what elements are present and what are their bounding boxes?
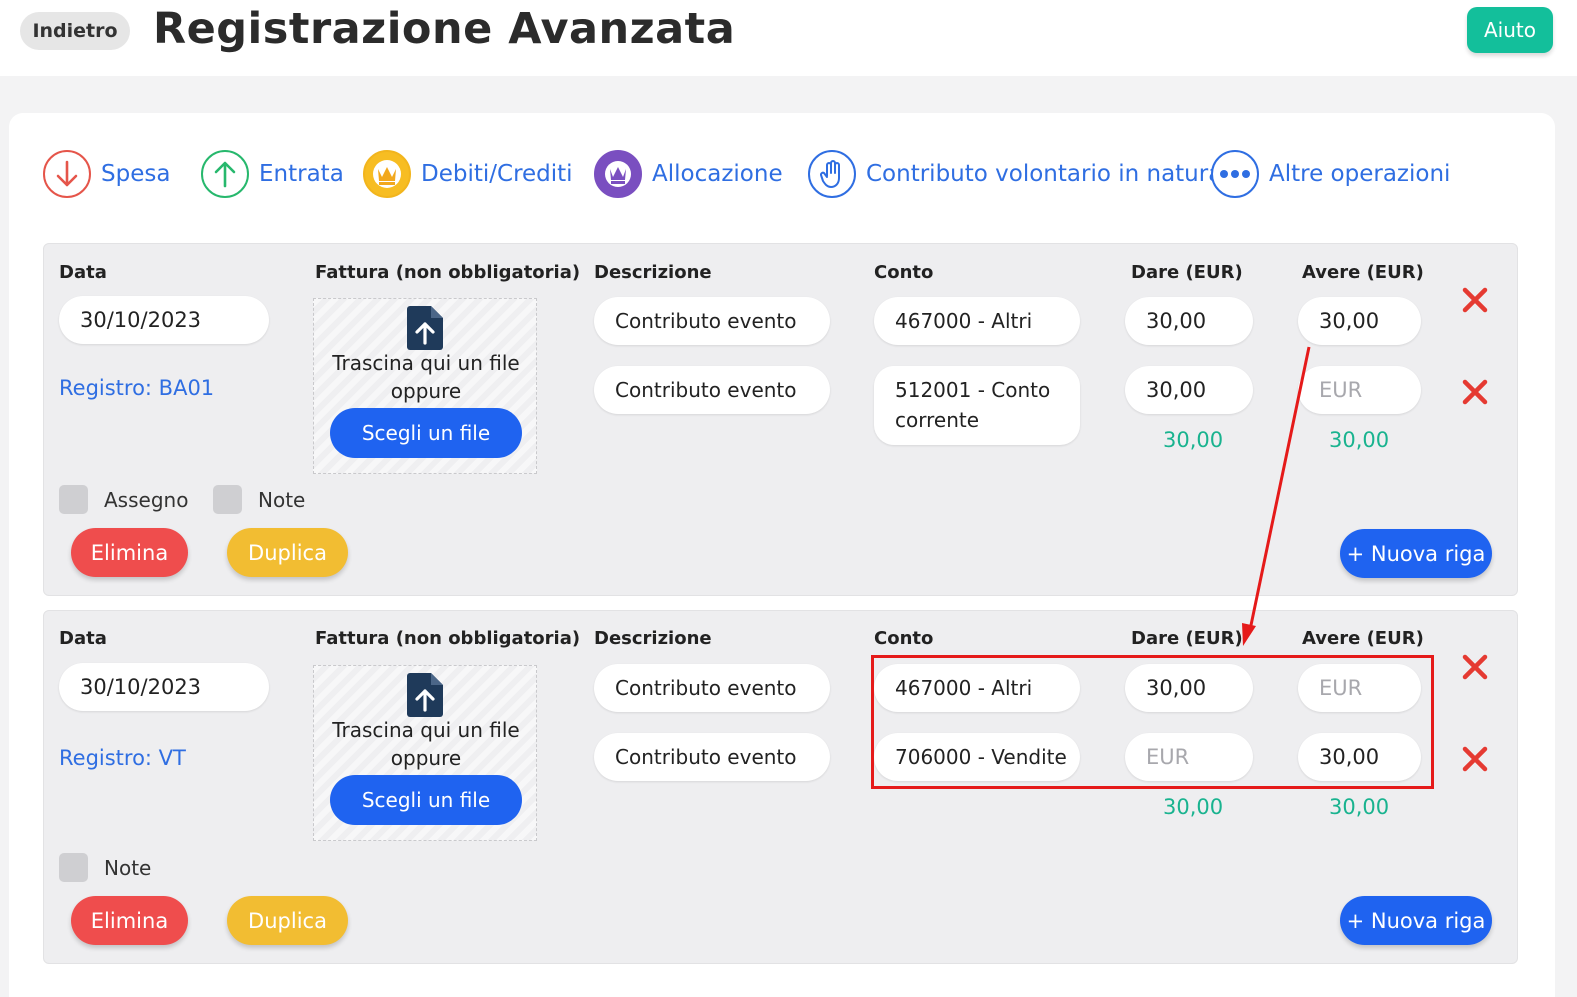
conto-field[interactable]: 467000 - Altri xyxy=(874,297,1080,345)
operation-label: Entrata xyxy=(259,161,344,187)
file-upload-icon xyxy=(407,673,443,717)
file-dropzone[interactable]: Trascina qui un file oppure Scegli un fi… xyxy=(313,298,537,474)
arrow-down-icon xyxy=(43,150,91,198)
top-bar: Indietro Registrazione Avanzata Aiuto xyxy=(0,0,1577,76)
column-header-descrizione: Descrizione xyxy=(594,262,712,283)
file-upload-icon xyxy=(407,306,443,350)
column-header-avere: Avere (EUR) xyxy=(1302,262,1424,283)
delete-entry-button[interactable]: Elimina xyxy=(71,896,188,945)
operation-altre[interactable]: Altre operazioni xyxy=(1211,148,1450,200)
operation-contributo-natura[interactable]: Contributo volontario in natura xyxy=(808,148,1222,200)
column-header-fattura: Fattura (non obbligatoria) xyxy=(315,262,581,283)
dropzone-text-line2: oppure xyxy=(390,746,462,770)
choose-file-button[interactable]: Scegli un file xyxy=(330,408,522,458)
operation-allocazione[interactable]: Allocazione xyxy=(594,148,783,200)
column-header-dare: Dare (EUR) xyxy=(1131,628,1243,649)
checkbox-label: Assegno xyxy=(104,487,189,512)
column-header-dare: Dare (EUR) xyxy=(1131,262,1243,283)
date-field[interactable]: 30/10/2023 xyxy=(59,663,269,711)
total-dare: 30,00 xyxy=(1163,428,1224,452)
hand-icon xyxy=(808,150,856,198)
more-dots-icon xyxy=(1211,150,1259,198)
dropzone-text-line1: Trascina qui un file xyxy=(332,351,520,375)
column-header-data: Data xyxy=(59,262,107,283)
avere-field[interactable]: 30,00 xyxy=(1298,733,1421,781)
operation-label: Debiti/Crediti xyxy=(421,161,573,187)
crown-arrows-icon xyxy=(594,150,642,198)
dare-field[interactable]: 30,00 xyxy=(1125,366,1253,414)
dare-field[interactable]: 30,00 xyxy=(1125,664,1253,712)
dropzone-text-line2: oppure xyxy=(390,379,462,403)
checkbox-note[interactable]: Note xyxy=(59,853,151,882)
avere-field[interactable]: 30,00 xyxy=(1298,297,1421,345)
checkbox-label: Note xyxy=(104,855,152,880)
delete-row-icon[interactable] xyxy=(1461,745,1489,773)
registro-link[interactable]: Registro: VT xyxy=(59,746,186,770)
new-row-button[interactable]: + Nuova riga xyxy=(1340,896,1492,945)
file-dropzone[interactable]: Trascina qui un file oppure Scegli un fi… xyxy=(313,665,537,841)
avere-field[interactable]: EUR xyxy=(1298,366,1421,414)
checkbox-assegno[interactable]: Assegno xyxy=(59,485,188,514)
operation-label: Allocazione xyxy=(652,161,783,187)
choose-file-button[interactable]: Scegli un file xyxy=(330,775,522,825)
total-avere: 30,00 xyxy=(1329,795,1390,819)
date-field[interactable]: 30/10/2023 xyxy=(59,296,269,344)
operation-label: Spesa xyxy=(101,161,171,187)
help-button[interactable]: Aiuto xyxy=(1467,7,1553,53)
avere-field[interactable]: EUR xyxy=(1298,664,1421,712)
dare-field[interactable]: EUR xyxy=(1125,733,1253,781)
dropzone-text: Trascina qui un file oppure xyxy=(314,716,538,772)
checkbox-box[interactable] xyxy=(59,485,88,514)
checkbox-box[interactable] xyxy=(59,853,88,882)
column-header-fattura: Fattura (non obbligatoria) xyxy=(315,628,581,649)
descrizione-field[interactable]: Contributo evento xyxy=(594,664,830,712)
delete-row-icon[interactable] xyxy=(1461,653,1489,681)
checkbox-box[interactable] xyxy=(213,485,242,514)
operation-debiti-crediti[interactable]: Debiti/Crediti xyxy=(363,148,573,200)
column-header-conto: Conto xyxy=(874,262,934,283)
descrizione-field[interactable]: Contributo evento xyxy=(594,733,830,781)
total-avere: 30,00 xyxy=(1329,428,1390,452)
delete-row-icon[interactable] xyxy=(1461,378,1489,406)
operation-entrata[interactable]: Entrata xyxy=(201,148,344,200)
new-row-button[interactable]: + Nuova riga xyxy=(1340,529,1492,578)
delete-entry-button[interactable]: Elimina xyxy=(71,528,188,577)
total-dare: 30,00 xyxy=(1163,795,1224,819)
operation-label: Contributo volontario in natura xyxy=(866,161,1223,187)
operation-label: Altre operazioni xyxy=(1269,161,1451,187)
arrow-up-icon xyxy=(201,150,249,198)
conto-field[interactable]: 467000 - Altri xyxy=(874,664,1080,712)
duplicate-entry-button[interactable]: Duplica xyxy=(227,528,348,577)
back-button[interactable]: Indietro xyxy=(20,12,130,50)
dropzone-text-line1: Trascina qui un file xyxy=(332,718,520,742)
registro-link[interactable]: Registro: BA01 xyxy=(59,376,214,400)
dropzone-text: Trascina qui un file oppure xyxy=(314,349,538,405)
column-header-avere: Avere (EUR) xyxy=(1302,628,1424,649)
descrizione-field[interactable]: Contributo evento xyxy=(594,297,830,345)
crown-icon xyxy=(363,150,411,198)
delete-row-icon[interactable] xyxy=(1461,286,1489,314)
conto-field[interactable]: 706000 - Vendite xyxy=(874,733,1080,781)
conto-field[interactable]: 512001 - Conto corrente xyxy=(874,366,1080,445)
checkbox-note[interactable]: Note xyxy=(213,485,305,514)
column-header-conto: Conto xyxy=(874,628,934,649)
checkbox-label: Note xyxy=(258,487,306,512)
column-header-descrizione: Descrizione xyxy=(594,628,712,649)
dare-field[interactable]: 30,00 xyxy=(1125,297,1253,345)
operation-spesa[interactable]: Spesa xyxy=(43,148,170,200)
page-title: Registrazione Avanzata xyxy=(153,4,736,54)
duplicate-entry-button[interactable]: Duplica xyxy=(227,896,348,945)
descrizione-field[interactable]: Contributo evento xyxy=(594,366,830,414)
column-header-data: Data xyxy=(59,628,107,649)
